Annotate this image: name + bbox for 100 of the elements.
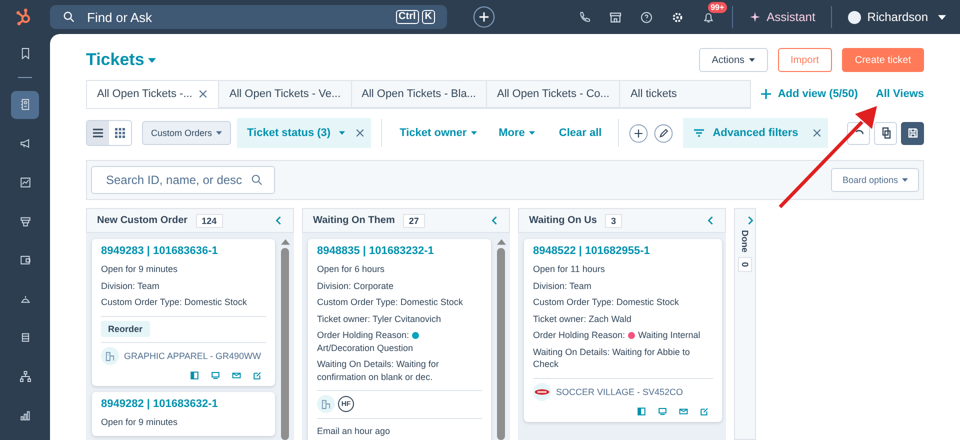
ticket-card[interactable]: 8949282 | 101683632-1 Open for 9 minutes bbox=[92, 392, 275, 436]
copy-button[interactable] bbox=[874, 122, 897, 144]
search-icon bbox=[62, 10, 76, 24]
ticket-property: Custom Order Type: Domestic Stock bbox=[533, 296, 680, 309]
preview-icon[interactable] bbox=[190, 370, 199, 380]
hierarchy-icon bbox=[18, 368, 32, 384]
view-tab[interactable]: All Open Tickets - Co... bbox=[486, 80, 620, 108]
ticket-link[interactable]: 8948835 | 101683232-1 bbox=[317, 245, 482, 257]
ticket-property: Ticket owner: Tyler Cvitanovich bbox=[317, 312, 442, 326]
ticket-property: Waiting On Details: Waiting for Abbie to Check bbox=[533, 346, 691, 371]
ticket-link[interactable]: 8949282 | 101683632-1 bbox=[101, 398, 266, 410]
building-avatar-icon bbox=[317, 395, 335, 413]
column-count: 124 bbox=[196, 214, 223, 228]
page-title[interactable]: Tickets bbox=[86, 50, 156, 70]
edit-icon[interactable] bbox=[654, 124, 673, 142]
scrollbar[interactable] bbox=[280, 239, 290, 440]
screen-icon[interactable] bbox=[211, 370, 220, 380]
close-icon[interactable] bbox=[812, 128, 822, 138]
ticket-link[interactable]: 8948522 | 101682955-1 bbox=[533, 245, 713, 257]
clear-all-button[interactable]: Clear all bbox=[548, 127, 608, 139]
email-icon[interactable] bbox=[232, 370, 241, 380]
tab-label: All Open Tickets - Co... bbox=[496, 88, 610, 100]
view-tab[interactable]: All Open Tickets -... bbox=[86, 80, 220, 108]
grid-icon bbox=[114, 127, 126, 139]
company-name[interactable]: SOCCER VILLAGE - SV452CO bbox=[556, 386, 684, 396]
help-icon[interactable] bbox=[638, 10, 654, 24]
all-views-link[interactable]: All Views bbox=[876, 88, 924, 100]
actions-button[interactable]: Actions bbox=[698, 48, 768, 72]
collapse-icon[interactable] bbox=[706, 215, 715, 226]
ticket-property: Open for 11 hours bbox=[533, 263, 606, 276]
caret-icon bbox=[938, 14, 946, 20]
add-filter-icon[interactable] bbox=[628, 124, 648, 142]
search-input[interactable]: Find or Ask bbox=[85, 8, 387, 26]
chart-icon bbox=[18, 174, 32, 190]
board-options-button[interactable]: Board options bbox=[831, 168, 919, 192]
email-icon[interactable] bbox=[679, 406, 688, 416]
save-button[interactable] bbox=[901, 122, 924, 144]
column-title: New Custom Order bbox=[97, 215, 188, 226]
view-tab[interactable]: All tickets bbox=[620, 80, 752, 108]
ticket-link[interactable]: 8949283 | 101683636-1 bbox=[101, 245, 266, 257]
property-value: Art/Decoration Question bbox=[317, 342, 414, 352]
avatar-icon bbox=[848, 10, 862, 24]
ticket-property: Custom Order Type: Domestic Stock bbox=[101, 296, 248, 309]
tab-label: All tickets bbox=[630, 88, 677, 100]
close-icon[interactable] bbox=[354, 128, 365, 138]
ticket-property: Custom Order Type: Domestic Stock bbox=[317, 296, 464, 309]
filter-label: Advanced filters bbox=[712, 127, 798, 139]
add-icon[interactable] bbox=[473, 6, 495, 28]
caret-icon bbox=[216, 131, 222, 135]
building-avatar-icon bbox=[101, 346, 119, 364]
search-icon bbox=[250, 173, 264, 187]
tab-label: All Open Tickets - Bla... bbox=[362, 88, 476, 100]
view-tab[interactable]: All Open Tickets - Ve... bbox=[219, 80, 352, 108]
add-view-link[interactable]: Add view (5/50) bbox=[760, 88, 858, 100]
tab-label: All Open Tickets -... bbox=[97, 88, 192, 100]
filter-chip[interactable]: Ticket status (3) bbox=[237, 118, 371, 148]
view-tab[interactable]: All Open Tickets - Bla... bbox=[352, 80, 487, 108]
collapse-icon[interactable] bbox=[490, 215, 499, 226]
copy-icon bbox=[880, 127, 892, 139]
list-view-button[interactable] bbox=[87, 121, 109, 145]
caret-icon bbox=[148, 58, 156, 62]
expand-icon[interactable] bbox=[746, 215, 755, 226]
assistant-button[interactable]: Assistant bbox=[748, 10, 816, 24]
ticket-card[interactable]: 8949283 | 101683636-1 Open for 9 minutes Division: Team Custom Order Type: Domestic Stock Reorder GRAPHIC APPAREL - GR490WW bbox=[92, 239, 275, 386]
collapse-icon[interactable] bbox=[274, 215, 283, 226]
column-title: Waiting On Them bbox=[313, 215, 395, 226]
ticket-card[interactable] bbox=[524, 239, 722, 422]
search-bar[interactable]: Find or Ask Ctrl K bbox=[50, 5, 447, 29]
company-logo-icon bbox=[533, 382, 551, 400]
collapsed-column[interactable]: Done 0 bbox=[734, 208, 756, 440]
filter-icon bbox=[692, 127, 705, 139]
property-label: Order Holding Reason: bbox=[533, 330, 626, 340]
ticket-property: Division: Team bbox=[101, 280, 160, 292]
ticket-property: Open for 9 minutes bbox=[101, 416, 179, 429]
column-count: 3 bbox=[604, 214, 622, 228]
sparkle-icon bbox=[748, 11, 761, 23]
store-icon[interactable] bbox=[608, 10, 623, 24]
caret-icon bbox=[338, 131, 345, 135]
close-icon[interactable] bbox=[198, 88, 208, 98]
preview-icon[interactable] bbox=[637, 406, 646, 416]
pipeline-dropdown[interactable]: Custom Orders bbox=[142, 121, 232, 145]
screen-icon[interactable] bbox=[658, 406, 667, 416]
ticket-property: Waiting On Details: Waiting for confirmation on blank or dec. bbox=[317, 358, 440, 384]
column-title: Waiting On Us bbox=[529, 215, 597, 226]
column-title: Done bbox=[740, 230, 750, 252]
scrollbar[interactable] bbox=[496, 239, 506, 440]
user-menu[interactable]: Richardson bbox=[848, 10, 946, 24]
search-bar[interactable]: Search ID, name, or desc bbox=[91, 166, 275, 194]
caret-icon bbox=[902, 178, 908, 182]
notification-badge: 99+ bbox=[708, 2, 728, 12]
filter-dropdown[interactable]: Ticket owner bbox=[392, 127, 485, 139]
filter-dropdown[interactable]: More bbox=[490, 127, 543, 139]
scroll-up-icon[interactable] bbox=[496, 239, 506, 245]
company-name[interactable]: GRAPHIC APPAREL - GR490WW bbox=[124, 350, 262, 360]
sidebar-item[interactable] bbox=[11, 90, 39, 119]
property-label: Order Holding Reason: bbox=[317, 330, 410, 340]
filter-label: Ticket status (3) bbox=[247, 127, 331, 139]
advanced-filters-chip[interactable]: Advanced filters bbox=[682, 118, 828, 148]
property-value: Waiting Internal bbox=[638, 330, 700, 340]
scroll-up-icon[interactable] bbox=[280, 239, 290, 245]
